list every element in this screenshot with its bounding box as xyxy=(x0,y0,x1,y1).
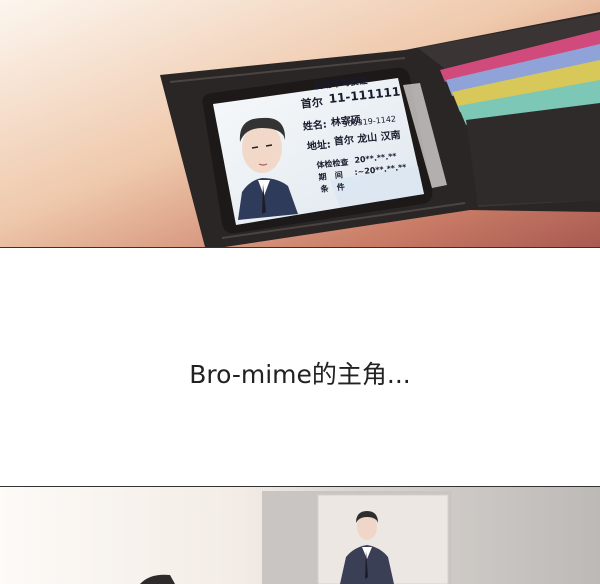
id-card-condition-label-2: 件 xyxy=(336,182,346,193)
id-card-condition-label-1: 条 xyxy=(320,184,330,194)
id-card-address-label: 地址: xyxy=(306,139,332,153)
id-card-name-label: 姓名: xyxy=(302,119,328,133)
bottom-comic-panel xyxy=(0,486,600,584)
top-comic-panel: 机动车驾驶证 首尔 11-111111 姓名: 林宰硕 900319-1142 … xyxy=(0,0,600,248)
narration-caption: Bro-mime的主角... xyxy=(189,360,411,389)
id-card-period-label-2: 间 xyxy=(334,170,344,181)
id-card-city: 首尔 xyxy=(300,95,324,111)
id-card-period-label-1: 期 xyxy=(318,172,328,182)
poster-illustration xyxy=(140,491,452,584)
wallet-illustration xyxy=(0,0,600,247)
